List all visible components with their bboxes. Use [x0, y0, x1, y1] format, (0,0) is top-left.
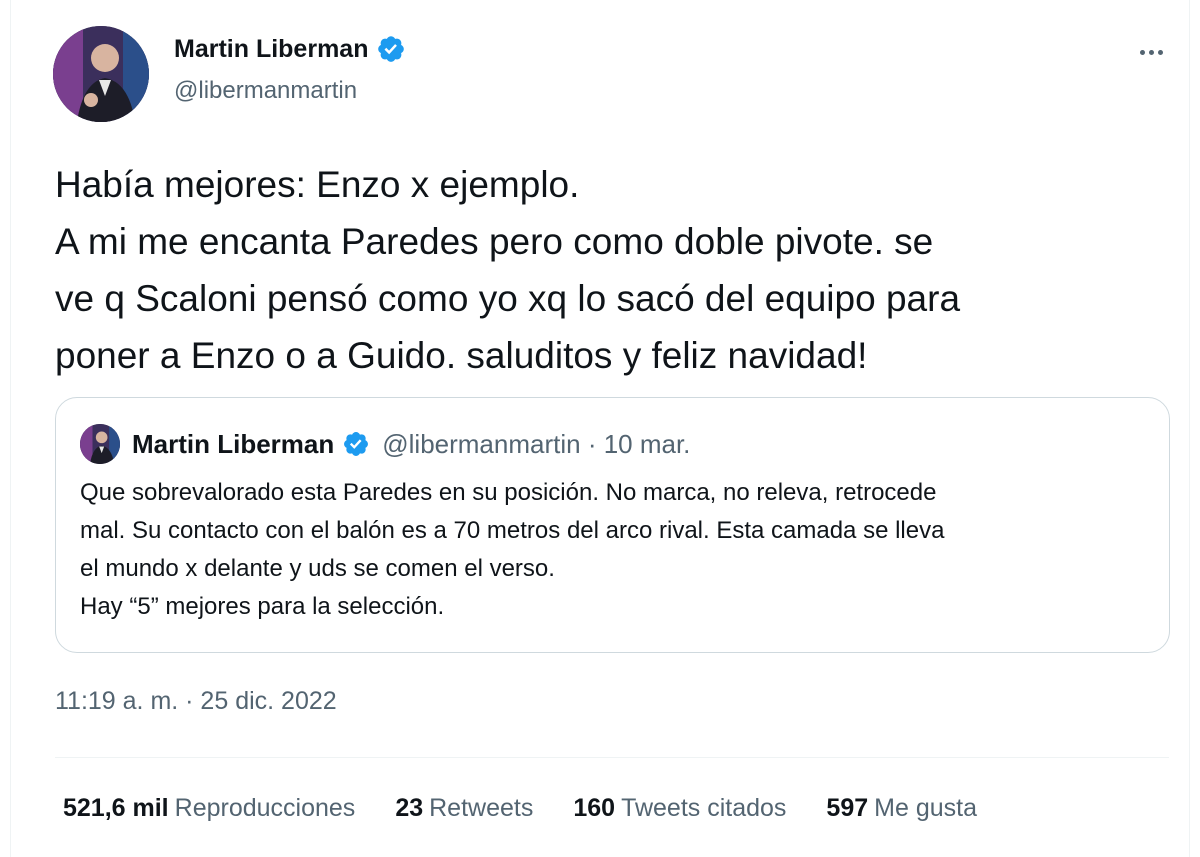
retweets-label: Retweets: [429, 794, 534, 822]
retweets-stat[interactable]: 23 Retweets: [395, 794, 533, 823]
quoted-line: el mundo x delante y uds se comen el ver…: [80, 555, 555, 582]
likes-count: 597: [826, 794, 869, 822]
more-options-icon[interactable]: [1129, 30, 1173, 74]
quoted-line: Que sobrevalorado esta Paredes en su pos…: [80, 479, 937, 506]
author-handle[interactable]: @libermanmartin: [174, 77, 357, 105]
divider: [55, 757, 1169, 758]
quoted-line: Hay “5” mejores para la selección.: [80, 593, 445, 620]
quoted-author-avatar: [80, 424, 120, 464]
quoted-line: mal. Su contacto con el balón es a 70 me…: [80, 517, 945, 544]
quoted-tweet[interactable]: Martin Liberman @libermanmartin · 10 mar…: [55, 397, 1170, 653]
tweet-stats: 521,6 mil Reproducciones 23 Retweets 160 Tw…: [63, 794, 1017, 823]
likes-label: Me gusta: [874, 794, 977, 822]
tweet-timestamp[interactable]: 11:19 a. m. · 25 dic. 2022: [55, 687, 337, 716]
tweet-text: Había mejores: Enzo x ejemplo. A mi me e…: [55, 156, 1175, 384]
verified-badge-icon: [378, 36, 405, 62]
retweets-count: 23: [395, 794, 424, 822]
views-label: Reproducciones: [174, 794, 356, 822]
quotes-stat[interactable]: 160 Tweets citados: [573, 794, 786, 823]
tweet-line: poner a Enzo o a Guido. saluditos y feli…: [55, 335, 868, 376]
quotes-label: Tweets citados: [621, 794, 787, 822]
quoted-author-name: Martin Liberman: [132, 428, 335, 459]
quoted-text: Que sobrevalorado esta Paredes en su pos…: [80, 474, 1160, 626]
author-avatar[interactable]: [53, 26, 149, 122]
verified-badge-icon: [344, 432, 369, 456]
quoted-handle-date: @libermanmartin · 10 mar.: [382, 428, 691, 459]
likes-stat[interactable]: 597 Me gusta: [826, 794, 977, 823]
tweet-line: A mi me encanta Paredes pero como doble …: [55, 221, 934, 262]
quotes-count: 160: [573, 794, 616, 822]
views-stat[interactable]: 521,6 mil Reproducciones: [63, 794, 355, 823]
tweet-line: Había mejores: Enzo x ejemplo.: [55, 164, 580, 205]
tweet-card: Martin Liberman @libermanmartin Había me…: [10, 0, 1190, 857]
views-count: 521,6 mil: [63, 794, 169, 822]
author-name[interactable]: Martin Liberman: [174, 35, 368, 64]
tweet-line: ve q Scaloni pensó como yo xq lo sacó de…: [55, 278, 961, 319]
